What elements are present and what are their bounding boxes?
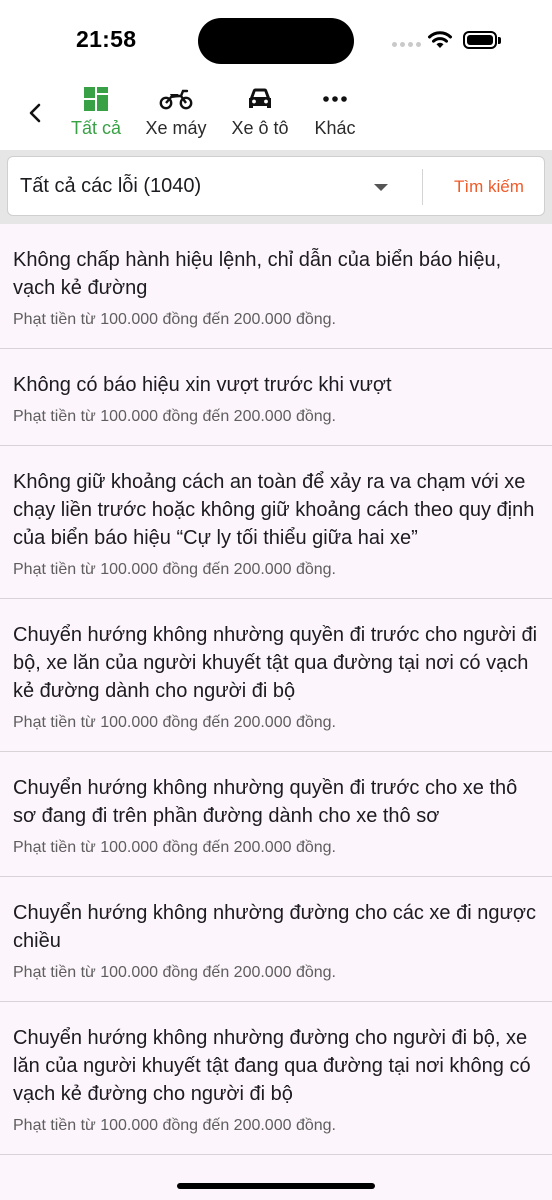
status-bar: 21:58 [0,0,552,80]
battery-icon [463,31,497,49]
violation-fine: Phạt tiền từ 100.000 đồng đến 200.000 đồ… [13,839,336,856]
violation-type-select[interactable]: Tất cả các lỗi (1040) [20,175,201,198]
tab-all[interactable]: Tất cả [68,84,124,139]
violation-fine: Phạt tiền từ 100.000 đồng đến 200.000 đồ… [13,408,336,425]
search-button[interactable]: Tìm kiếm [454,177,524,197]
category-header: Tất cả Xe máy Xe ô tô Khác [0,80,552,150]
tab-other-label: Khác [314,118,356,138]
battery-tip [498,37,501,44]
violation-item[interactable]: Không chấp hành hiệu lệnh, chỉ dẫn của b… [0,224,552,349]
violation-title: Không chấp hành hiệu lệnh, chỉ dẫn của b… [13,249,502,299]
motorbike-icon [159,89,193,110]
violation-fine: Phạt tiền từ 100.000 đồng đến 200.000 đồ… [13,311,336,328]
violation-item[interactable]: Không giữ khoảng cách an toàn để xảy ra … [0,446,552,599]
dropdown-caret-icon[interactable] [374,184,388,191]
filter-divider [422,169,423,205]
violation-title: Không giữ khoảng cách an toàn để xảy ra … [13,471,535,549]
violation-title: Chuyển hướng không nhường quyền đi trước… [13,624,538,702]
back-arrow-icon[interactable] [22,100,48,126]
home-indicator[interactable] [177,1183,375,1189]
tab-car-label: Xe ô tô [231,118,289,138]
violation-filter-box: Tất cả các lỗi (1040) Tìm kiếm [7,156,545,216]
tab-car[interactable]: Xe ô tô [228,84,292,139]
status-time: 21:58 [76,26,137,52]
filter-bar: Tất cả các lỗi (1040) Tìm kiếm [0,150,552,224]
violation-fine: Phạt tiền từ 100.000 đồng đến 200.000 đồ… [13,714,336,731]
dynamic-island [198,18,354,64]
violation-item[interactable]: Chuyển hướng không nhường đường cho ngườ… [0,1002,552,1155]
violation-fine: Phạt tiền từ 100.000 đồng đến 200.000 đồ… [13,1117,336,1134]
tab-all-label: Tất cả [70,118,122,138]
violation-item[interactable]: Chuyển hướng không nhường đường cho các … [0,877,552,1002]
more-icon [323,96,347,102]
tab-motorbike[interactable]: Xe máy [144,84,208,139]
violation-title: Không có báo hiệu xin vượt trước khi vượ… [13,374,392,396]
violation-fine: Phạt tiền từ 100.000 đồng đến 200.000 đồ… [13,561,336,578]
violation-title: Chuyển hướng không nhường đường cho ngườ… [13,1027,531,1105]
violation-item[interactable]: Không có báo hiệu xin vượt trước khi vượ… [0,349,552,446]
violation-item[interactable]: Chuyển hướng không nhường quyền đi trước… [0,599,552,752]
cellular-signal-icon [392,42,421,47]
grid-icon [84,87,108,111]
violation-item[interactable]: Chuyển hướng không nhường quyền đi trước… [0,752,552,877]
tab-motorbike-label: Xe máy [145,118,207,138]
violation-title: Chuyển hướng không nhường quyền đi trước… [13,777,518,827]
violation-list: Không chấp hành hiệu lệnh, chỉ dẫn của b… [0,224,552,1155]
wifi-icon [428,31,452,48]
car-icon [249,88,271,108]
tab-other[interactable]: Khác [310,84,360,139]
violation-fine: Phạt tiền từ 100.000 đồng đến 200.000 đồ… [13,964,336,981]
violation-title: Chuyển hướng không nhường đường cho các … [13,902,536,952]
